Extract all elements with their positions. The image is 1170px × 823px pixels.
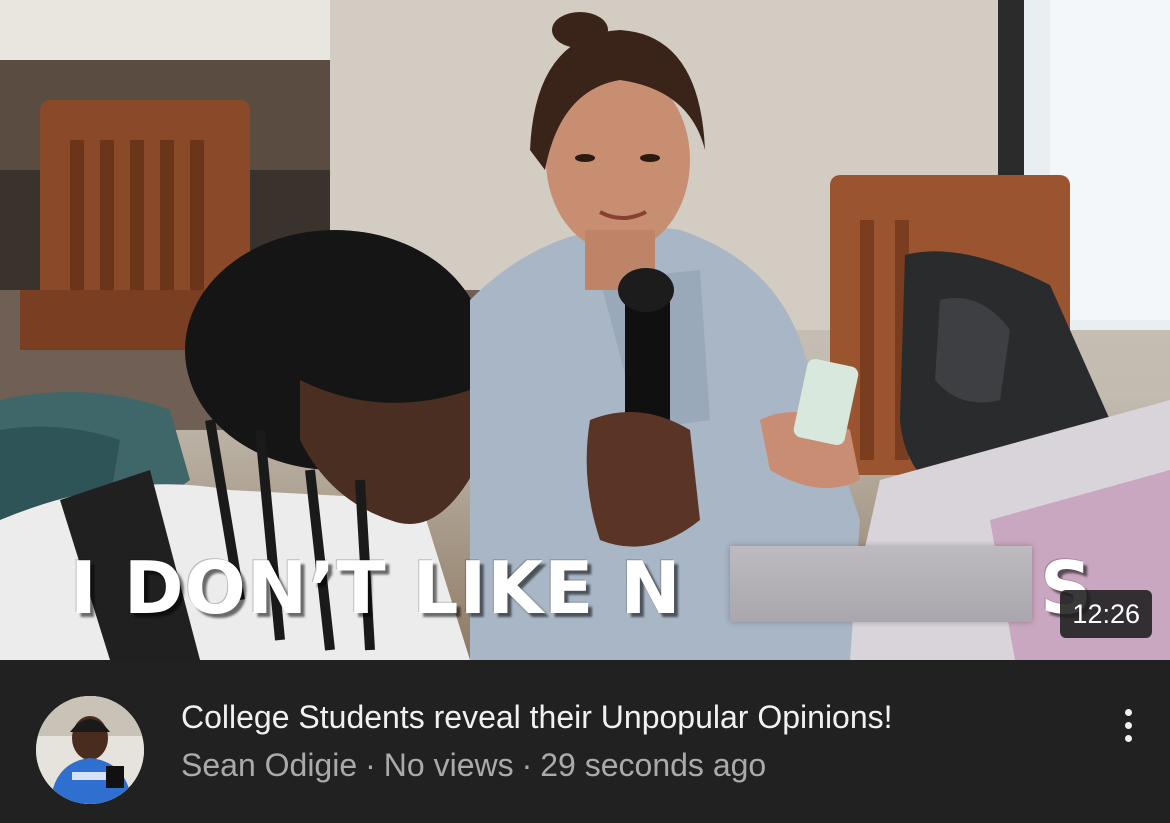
separator: · bbox=[365, 747, 376, 783]
view-count: No views bbox=[383, 747, 514, 783]
separator: · bbox=[521, 747, 533, 783]
dot bbox=[1124, 708, 1132, 716]
thumbnail-caption: I DON’T LIKE N bbox=[70, 548, 682, 628]
censor-block bbox=[730, 546, 1032, 622]
avatar-image bbox=[36, 696, 144, 804]
video-meta: College Students reveal their Unpopular … bbox=[0, 660, 1170, 823]
caption-text: I DON’T LIKE N bbox=[70, 546, 682, 630]
duration-badge: 12:26 bbox=[1060, 590, 1152, 638]
dot bbox=[1124, 721, 1132, 729]
video-card: I DON’T LIKE N S 12:26 College Students … bbox=[0, 0, 1170, 823]
dot bbox=[1124, 734, 1132, 742]
more-vert-icon[interactable] bbox=[1108, 700, 1148, 750]
video-byline: Sean Odigie · No views · 29 seconds ago bbox=[181, 744, 1081, 786]
channel-avatar[interactable] bbox=[36, 696, 144, 804]
upload-age: 29 seconds ago bbox=[540, 747, 767, 783]
channel-name[interactable]: Sean Odigie bbox=[181, 747, 357, 783]
video-thumbnail[interactable]: I DON’T LIKE N S 12:26 bbox=[0, 0, 1170, 660]
video-title[interactable]: College Students reveal their Unpopular … bbox=[181, 696, 1081, 738]
